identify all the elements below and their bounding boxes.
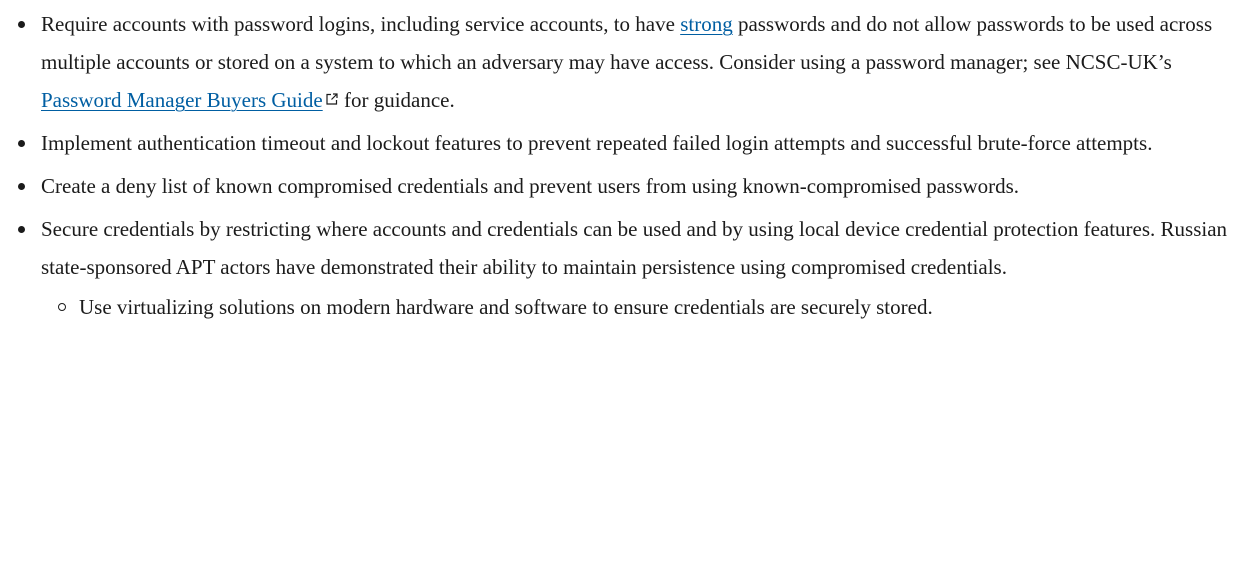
list-item: Secure credentials by restricting where … [18, 210, 1231, 326]
sub-list: Use virtualizing solutions on modern har… [41, 288, 1189, 326]
list-item-text: Secure credentials by restricting where … [41, 217, 1228, 279]
list-item: Require accounts with password logins, i… [18, 5, 1231, 119]
document-body: Require accounts with password logins, i… [0, 0, 1253, 326]
list-item: Implement authentication timeout and loc… [18, 124, 1231, 162]
mitigation-list: Require accounts with password logins, i… [0, 5, 1231, 326]
list-item-text: for guidance. [338, 88, 455, 112]
sub-list-item-text: Use virtualizing solutions on modern har… [79, 295, 933, 319]
list-item: Create a deny list of known compromised … [18, 167, 1231, 205]
list-item-text: Require accounts with password logins, i… [41, 12, 681, 36]
list-item-text: Implement authentication timeout and loc… [41, 131, 1153, 155]
strong-password-link[interactable]: strong [680, 12, 733, 36]
password-manager-guide-link[interactable]: Password Manager Buyers Guide [41, 88, 323, 112]
external-link-icon[interactable] [325, 92, 339, 106]
sub-list-item: Use virtualizing solutions on modern har… [58, 288, 1189, 326]
list-item-text: Create a deny list of known compromised … [41, 174, 1020, 198]
